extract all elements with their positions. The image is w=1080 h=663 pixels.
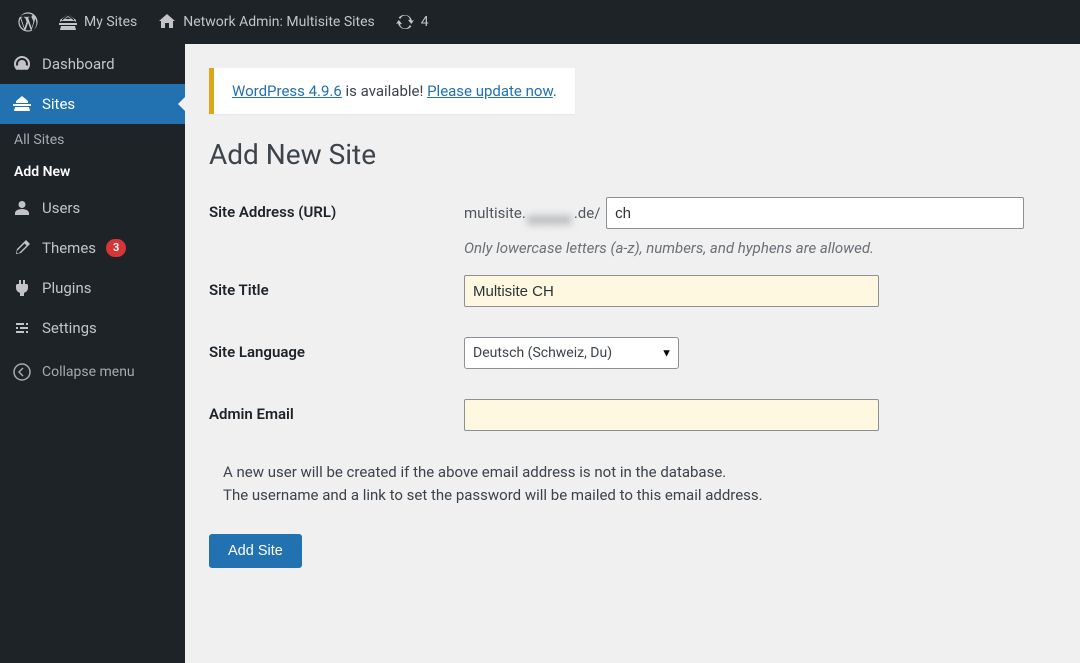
site-language-value: Deutsch (Schweiz, Du): [473, 345, 612, 361]
adminbar-updates-count: 4: [421, 14, 429, 30]
adminbar-my-sites-label: My Sites: [84, 14, 137, 30]
adminbar-my-sites[interactable]: My Sites: [48, 0, 147, 44]
home-icon: [157, 12, 177, 32]
update-notice-tail: .: [553, 82, 557, 100]
site-title-input[interactable]: [464, 275, 879, 307]
admin-email-input[interactable]: [464, 399, 879, 431]
sidebar-item-plugins[interactable]: Plugins: [0, 268, 185, 308]
sidebar-item-themes[interactable]: Themes 3: [0, 228, 185, 268]
adminbar-network-admin[interactable]: Network Admin: Multisite Sites: [147, 0, 385, 44]
update-notice-text: is available!: [342, 82, 427, 100]
sidebar-collapse-label: Collapse menu: [42, 364, 135, 380]
adminbar-network-admin-label: Network Admin: Multisite Sites: [183, 14, 375, 30]
sidebar-subitem-add-new[interactable]: Add New: [0, 156, 185, 188]
dashboard-icon: [12, 54, 32, 74]
collapse-icon: [12, 362, 32, 382]
sidebar-submenu-sites: All Sites Add New: [0, 124, 185, 188]
wp-logo-menu[interactable]: [8, 0, 48, 44]
update-notice-action-link[interactable]: Please update now: [427, 82, 553, 100]
wordpress-logo-icon: [18, 12, 38, 32]
label-site-title: Site Title: [209, 275, 464, 299]
sidebar-item-dashboard[interactable]: Dashboard: [0, 44, 185, 84]
site-address-help: Only lowercase letters (a-z), numbers, a…: [464, 239, 1024, 257]
sidebar-item-label: Plugins: [42, 279, 91, 297]
admin-email-info: A new user will be created if the above …: [223, 461, 1056, 508]
row-admin-email: Admin Email: [209, 399, 1056, 431]
sidebar-item-settings[interactable]: Settings: [0, 308, 185, 348]
update-notice: WordPress 4.9.6 is available! Please upd…: [209, 68, 575, 114]
row-site-language: Site Language Deutsch (Schweiz, Du) ▼: [209, 337, 1056, 369]
themes-icon: [12, 238, 32, 258]
label-admin-email: Admin Email: [209, 399, 464, 423]
prefix-part-a: multisite.: [464, 204, 526, 222]
sidebar-item-label: Themes: [42, 239, 96, 257]
admin-sidebar: Dashboard Sites All Sites Add New Users …: [0, 44, 185, 663]
info-line-1: A new user will be created if the above …: [223, 461, 1056, 484]
users-icon: [12, 198, 32, 218]
sidebar-item-label: Settings: [42, 319, 97, 337]
label-site-language: Site Language: [209, 337, 464, 361]
row-site-address: Site Address (URL) multisite.xxxxxx.de/ …: [209, 197, 1056, 257]
update-icon: [395, 12, 415, 32]
themes-update-badge: 3: [106, 239, 126, 257]
update-notice-version-link[interactable]: WordPress 4.9.6: [232, 82, 342, 100]
sidebar-item-users[interactable]: Users: [0, 188, 185, 228]
admin-bar: My Sites Network Admin: Multisite Sites …: [0, 0, 1080, 44]
settings-icon: [12, 318, 32, 338]
sidebar-item-label: Sites: [42, 95, 75, 113]
page-title: Add New Site: [209, 138, 1056, 171]
sidebar-subitem-all-sites[interactable]: All Sites: [0, 124, 185, 156]
site-language-select[interactable]: Deutsch (Schweiz, Du) ▼: [464, 337, 679, 369]
plugins-icon: [12, 278, 32, 298]
redacted-domain: xxxxxx: [527, 210, 573, 218]
adminbar-updates[interactable]: 4: [385, 0, 439, 44]
label-site-address: Site Address (URL): [209, 197, 464, 221]
sidebar-item-label: Users: [42, 199, 80, 217]
sidebar-collapse[interactable]: Collapse menu: [0, 350, 185, 394]
info-line-2: The username and a link to set the passw…: [223, 484, 1056, 507]
sidebar-item-label: Dashboard: [42, 55, 115, 73]
prefix-part-b: .de/: [574, 204, 601, 222]
chevron-down-icon: ▼: [661, 347, 672, 360]
add-site-button[interactable]: Add Site: [209, 534, 302, 568]
sites-icon: [12, 94, 32, 114]
content-area: WordPress 4.9.6 is available! Please upd…: [185, 44, 1080, 663]
sidebar-item-sites[interactable]: Sites: [0, 84, 185, 124]
row-site-title: Site Title: [209, 275, 1056, 307]
site-address-input[interactable]: [606, 197, 1024, 229]
site-address-prefix: multisite.xxxxxx.de/: [464, 204, 606, 222]
multisite-icon: [58, 12, 78, 32]
